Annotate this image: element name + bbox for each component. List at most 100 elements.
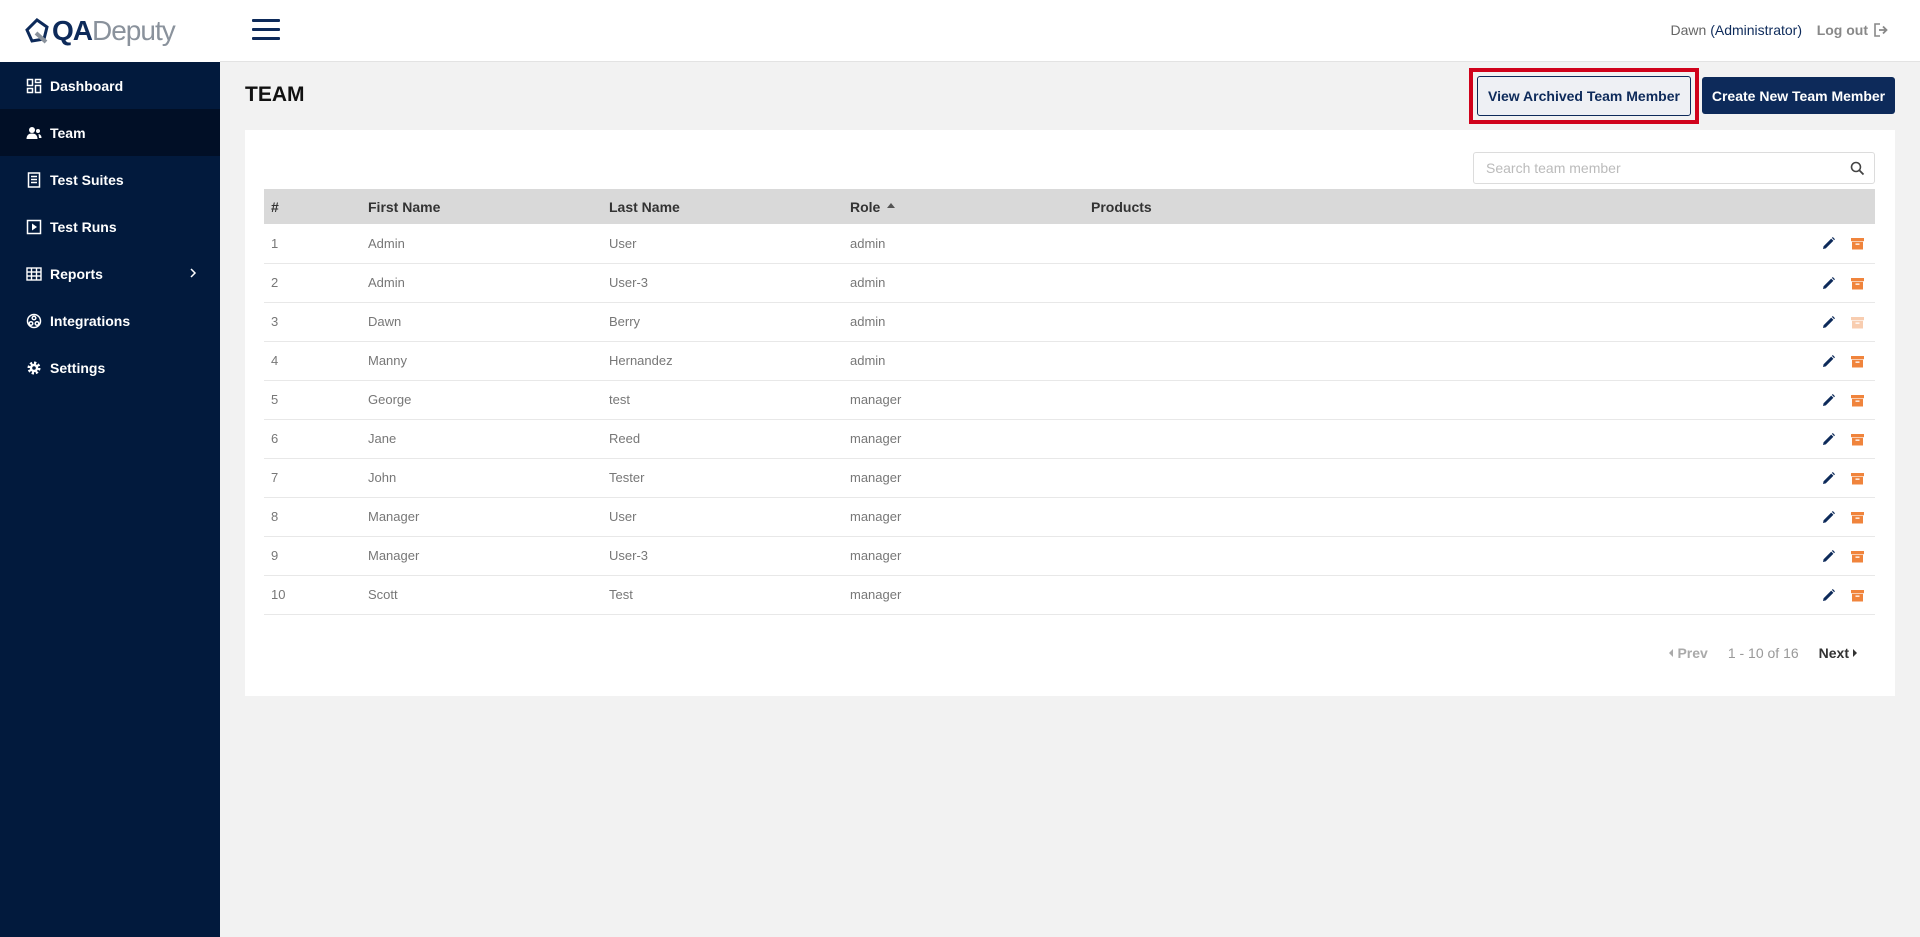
- next-page-button[interactable]: Next: [1819, 645, 1857, 661]
- column-header-last-name[interactable]: Last Name: [602, 189, 843, 224]
- archive-box-icon[interactable]: [1850, 510, 1865, 525]
- dashboard-icon: [26, 78, 42, 94]
- cell-last-name: Berry: [602, 302, 843, 342]
- cell-role: manager: [843, 380, 1084, 420]
- sidebar-item-label: Reports: [50, 265, 103, 282]
- cell-role: manager: [843, 575, 1084, 615]
- next-label: Next: [1818, 645, 1849, 661]
- user-info: Dawn (Administrator): [1671, 22, 1802, 38]
- view-archived-button[interactable]: View Archived Team Member: [1477, 76, 1691, 116]
- caret-left-icon: [1669, 649, 1674, 657]
- cell-actions: [1724, 302, 1875, 342]
- test-suites-icon: [26, 171, 42, 188]
- edit-pencil-icon[interactable]: [1821, 393, 1836, 408]
- table-row: 3 Dawn Berry admin: [264, 302, 1875, 342]
- sidebar-item-integrations[interactable]: Integrations: [0, 297, 220, 344]
- sidebar-item-label: Test Runs: [50, 218, 117, 235]
- column-header-products[interactable]: Products: [1084, 189, 1724, 224]
- logo[interactable]: QA Deputy: [0, 0, 220, 62]
- table-row: 1 Admin User admin: [264, 224, 1875, 264]
- cell-number: 9: [264, 536, 361, 576]
- cell-last-name: User-3: [602, 263, 843, 303]
- cell-number: 10: [264, 575, 361, 615]
- cell-role: manager: [843, 458, 1084, 498]
- archive-box-icon[interactable]: [1850, 236, 1865, 251]
- logo-text-light: Deputy: [92, 15, 176, 46]
- prev-label: Prev: [1677, 645, 1708, 661]
- create-team-member-button[interactable]: Create New Team Member: [1702, 77, 1895, 114]
- column-header-number[interactable]: #: [264, 189, 361, 224]
- archive-box-icon[interactable]: [1850, 471, 1865, 486]
- integrations-icon: [26, 313, 42, 329]
- edit-pencil-icon[interactable]: [1821, 276, 1836, 291]
- edit-pencil-icon[interactable]: [1821, 315, 1836, 330]
- logo-icon: [25, 18, 49, 44]
- edit-pencil-icon[interactable]: [1821, 471, 1836, 486]
- cell-last-name: User: [602, 497, 843, 537]
- table-row: 10 Scott Test manager: [264, 575, 1875, 615]
- menu-toggle-icon[interactable]: [252, 19, 280, 41]
- sidebar-item-dashboard[interactable]: Dashboard: [0, 62, 220, 109]
- edit-pencil-icon[interactable]: [1821, 510, 1836, 525]
- table-header-row: # First Name Last Name Role Products: [264, 189, 1875, 224]
- team-icon: [26, 125, 42, 141]
- user-role: (Administrator): [1710, 22, 1802, 38]
- edit-pencil-icon[interactable]: [1821, 588, 1836, 603]
- cell-actions: [1724, 263, 1875, 303]
- cell-first-name: Admin: [361, 224, 602, 264]
- page-title: TEAM: [245, 83, 305, 106]
- test-runs-icon: [26, 219, 42, 235]
- column-header-first-name[interactable]: First Name: [361, 189, 602, 224]
- edit-pencil-icon[interactable]: [1821, 432, 1836, 447]
- cell-actions: [1724, 536, 1875, 576]
- logout-icon: [1874, 23, 1888, 37]
- sidebar-item-team[interactable]: Team: [0, 109, 220, 156]
- archive-box-icon[interactable]: [1850, 549, 1865, 564]
- cell-number: 7: [264, 458, 361, 498]
- cell-number: 8: [264, 497, 361, 537]
- sidebar-item-settings[interactable]: Settings: [0, 344, 220, 391]
- cell-last-name: User-3: [602, 536, 843, 576]
- cell-last-name: Hernandez: [602, 341, 843, 381]
- cell-last-name: test: [602, 380, 843, 420]
- search-icon[interactable]: [1850, 161, 1865, 176]
- top-header: Dawn (Administrator) Log out: [220, 0, 1920, 62]
- cell-last-name: Test: [602, 575, 843, 615]
- edit-pencil-icon[interactable]: [1821, 236, 1836, 251]
- chevron-right-icon: [190, 268, 197, 278]
- sidebar-item-reports[interactable]: Reports: [0, 250, 220, 297]
- archive-box-icon[interactable]: [1850, 393, 1865, 408]
- edit-pencil-icon[interactable]: [1821, 549, 1836, 564]
- cell-number: 5: [264, 380, 361, 420]
- cell-role: admin: [843, 224, 1084, 264]
- sidebar-item-test-runs[interactable]: Test Runs: [0, 203, 220, 250]
- cell-products: [1084, 263, 1724, 303]
- cell-products: [1084, 341, 1724, 381]
- column-header-actions: [1724, 189, 1875, 224]
- cell-last-name: Reed: [602, 419, 843, 459]
- table-body: 1 Admin User admin 2 Admin User-3 admin 3 Dawn Ber…: [264, 224, 1875, 615]
- cell-role: manager: [843, 419, 1084, 459]
- cell-first-name: Dawn: [361, 302, 602, 342]
- pagination: Prev 1 - 10 of 16 Next: [1669, 645, 1857, 661]
- table-row: 6 Jane Reed manager: [264, 419, 1875, 459]
- cell-number: 1: [264, 224, 361, 264]
- cell-role: admin: [843, 341, 1084, 381]
- logout-link[interactable]: Log out: [1817, 22, 1890, 38]
- cell-products: [1084, 380, 1724, 420]
- column-header-role[interactable]: Role: [843, 189, 1084, 224]
- cell-products: [1084, 536, 1724, 576]
- cell-actions: [1724, 224, 1875, 264]
- archive-box-icon[interactable]: [1850, 588, 1865, 603]
- cell-products: [1084, 575, 1724, 615]
- edit-pencil-icon[interactable]: [1821, 354, 1836, 369]
- archive-box-icon[interactable]: [1850, 276, 1865, 291]
- archive-box-icon[interactable]: [1850, 354, 1865, 369]
- column-header-role-label: Role: [850, 198, 881, 215]
- sidebar: QA Deputy Dashboard Team Test Suites Tes…: [0, 0, 220, 937]
- prev-page-button[interactable]: Prev: [1669, 645, 1708, 661]
- cell-actions: [1724, 575, 1875, 615]
- sidebar-item-test-suites[interactable]: Test Suites: [0, 156, 220, 203]
- archive-box-icon[interactable]: [1850, 432, 1865, 447]
- search-input[interactable]: [1474, 153, 1874, 183]
